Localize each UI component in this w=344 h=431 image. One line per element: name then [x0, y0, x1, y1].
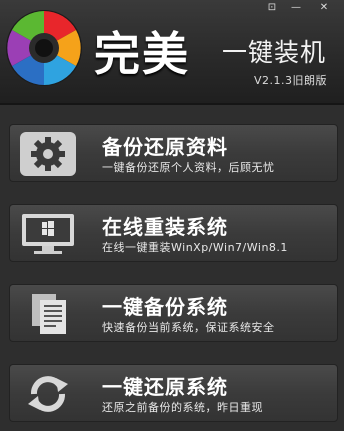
- gear-icon: [20, 132, 76, 176]
- item-title: 在线重装系统: [102, 215, 228, 239]
- item-description: 还原之前备份的系统，昨日重现: [102, 401, 263, 414]
- app-title: 完美: [94, 27, 190, 81]
- backup-restore-data-button[interactable]: 备份还原资料 一键备份还原个人资料，后顾无忧: [9, 124, 338, 182]
- item-title: 一键备份系统: [102, 295, 228, 319]
- item-description: 一键备份还原个人资料，后顾无忧: [102, 161, 275, 174]
- header-divider: [0, 103, 344, 105]
- backup-system-button[interactable]: 一键备份系统 快速备份当前系统，保证系统安全: [9, 284, 338, 342]
- app-header: 完美 一键装机 V2.1.3旧朗版 ⊡ — ✕: [0, 0, 344, 103]
- minimize-button[interactable]: —: [286, 0, 306, 14]
- version-label: V2.1.3旧朗版: [254, 74, 328, 87]
- restore-system-button[interactable]: 一键还原系统 还原之前备份的系统，昨日重现: [9, 364, 338, 422]
- close-button[interactable]: ✕: [314, 0, 334, 14]
- menu-icon[interactable]: ⊡: [262, 0, 282, 14]
- app-subtitle: 一键装机: [222, 38, 327, 67]
- documents-icon: [32, 294, 66, 334]
- monitor-windows-icon: [22, 214, 74, 254]
- online-reinstall-button[interactable]: 在线重装系统 在线一键重装WinXp/Win7/Win8.1: [9, 204, 338, 262]
- app-logo-icon: [6, 10, 82, 86]
- item-title: 一键还原系统: [102, 375, 228, 399]
- item-title: 备份还原资料: [102, 135, 228, 159]
- item-description: 在线一键重装WinXp/Win7/Win8.1: [102, 241, 288, 254]
- item-description: 快速备份当前系统，保证系统安全: [102, 321, 275, 334]
- refresh-icon: [28, 376, 68, 412]
